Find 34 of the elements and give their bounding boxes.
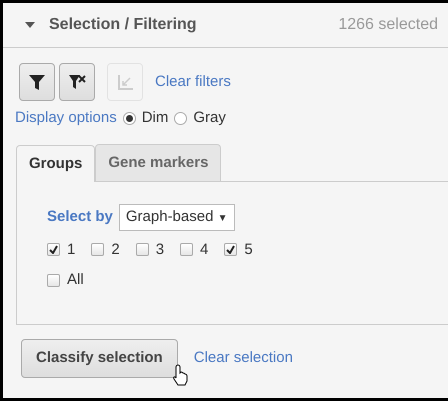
- radio-button[interactable]: [122, 112, 136, 125]
- checkbox[interactable]: [180, 243, 194, 256]
- radio-button[interactable]: [174, 112, 188, 125]
- filter-button[interactable]: [19, 63, 55, 101]
- clear-filters-link[interactable]: Clear filters: [155, 70, 231, 94]
- dropdown-caret: ▼: [218, 213, 228, 224]
- checkbox-label: 2: [111, 240, 120, 260]
- checkbox[interactable]: [91, 243, 104, 256]
- tab[interactable]: Gene markers: [95, 144, 222, 181]
- radio-label: Dim: [142, 108, 168, 128]
- checkbox[interactable]: [136, 243, 149, 256]
- checkbox[interactable]: [224, 243, 238, 256]
- tab[interactable]: Groups: [16, 144, 96, 182]
- selected-count: 1266 selected: [338, 15, 438, 35]
- checkbox-label: 3: [156, 240, 164, 260]
- select-dropdown[interactable]: Graph-based ▼: [118, 204, 235, 230]
- chart-icon: [116, 73, 134, 91]
- checkbox-label: 1: [67, 240, 76, 260]
- checkbox-label: All: [67, 270, 84, 290]
- filter-remove-icon: [68, 73, 86, 91]
- filter-remove-button[interactable]: [59, 63, 95, 101]
- hand-cursor-icon: [172, 364, 190, 386]
- filter-icon: [28, 73, 46, 91]
- clear-selection-link[interactable]: Clear selection: [194, 347, 293, 370]
- checkbox[interactable]: [47, 274, 60, 287]
- display-options-label: Display options: [15, 108, 117, 128]
- panel-title: Selection / Filtering: [49, 15, 197, 35]
- checkbox-label: 5: [244, 240, 253, 260]
- select-by-label: Select by: [47, 207, 113, 227]
- checkbox[interactable]: [47, 243, 60, 256]
- collapse-caret-icon[interactable]: [25, 22, 35, 28]
- checkbox-label: 4: [200, 240, 208, 260]
- classify-selection-button[interactable]: Classify selection: [21, 339, 178, 378]
- radio-label: Gray: [193, 108, 226, 128]
